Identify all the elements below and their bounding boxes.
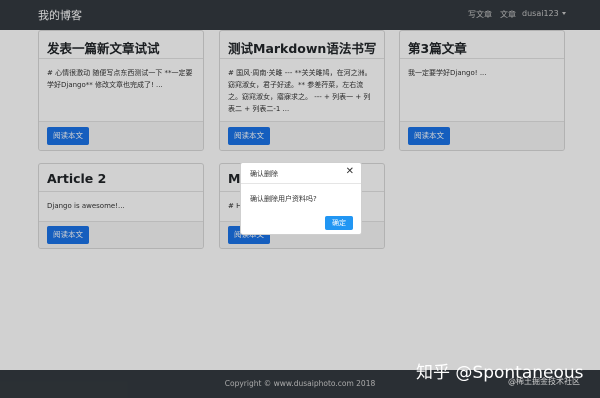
confirm-button[interactable]: 确定 (325, 216, 353, 230)
dialog-header: 确认删除 ✕ (241, 163, 361, 184)
dialog-message: 确认删除用户资料吗? (250, 195, 317, 203)
confirm-delete-dialog: 确认删除 ✕ 确认删除用户资料吗? 确定 (240, 162, 362, 235)
close-icon[interactable]: ✕ (346, 167, 354, 177)
watermark-subtext: @稀土掘金技术社区 (508, 377, 580, 386)
dialog-title: 确认删除 (250, 170, 278, 178)
